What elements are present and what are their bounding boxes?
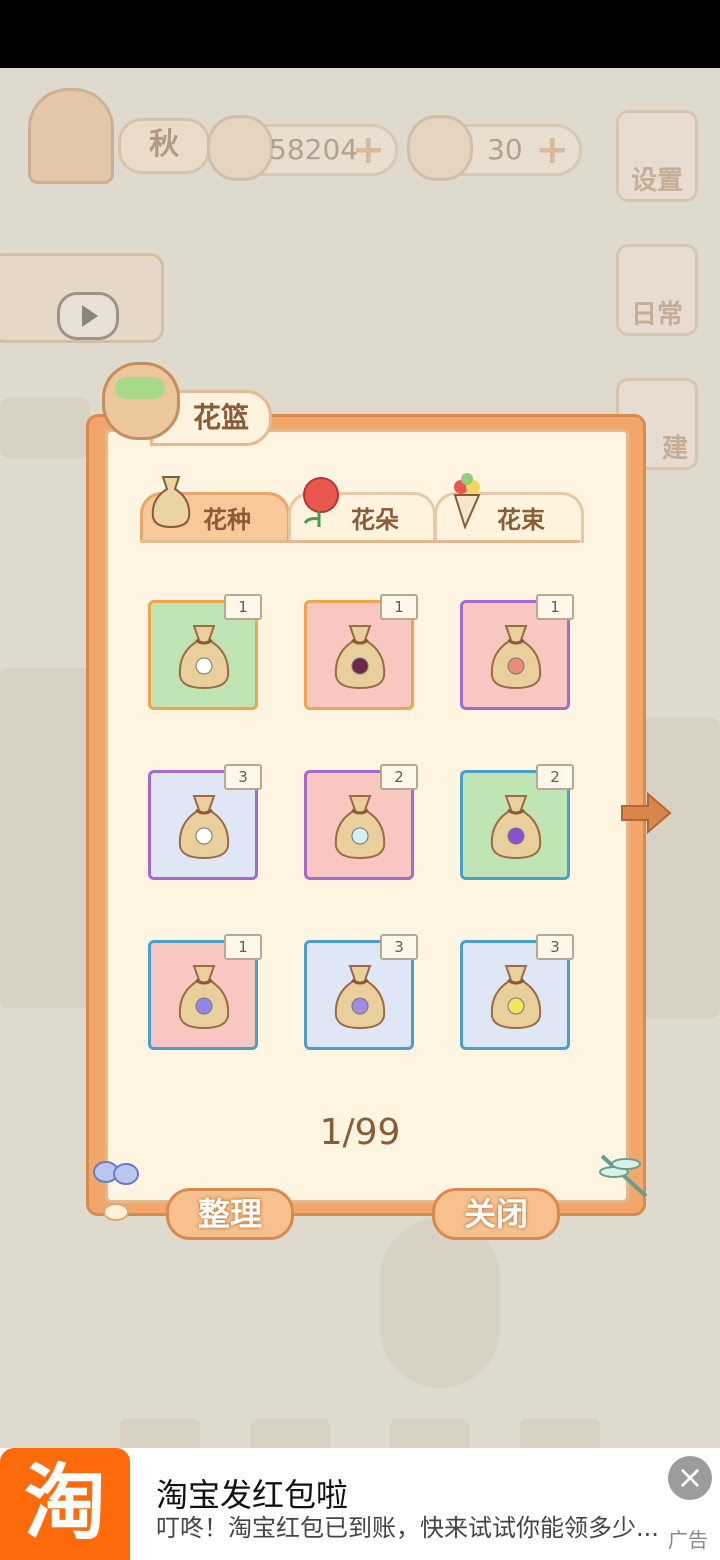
item-count: 3: [536, 934, 574, 960]
item-count: 3: [224, 764, 262, 790]
play-icon: [57, 292, 119, 340]
coin-counter: 58204 +: [207, 115, 398, 181]
tab-divider: [140, 540, 580, 543]
ad-subtitle: 叮咚！淘宝红包已到账，快来试试你能领多少...: [156, 1514, 659, 1542]
basket-icon: [102, 362, 180, 440]
tab-flowers[interactable]: 花朵: [288, 477, 436, 543]
page-indicator: 1/99: [319, 1112, 401, 1153]
seed-slot[interactable]: 1: [148, 594, 262, 710]
flower-icon: [351, 657, 369, 675]
taobao-logo: 淘: [0, 1448, 130, 1560]
fishbone-icon: [207, 115, 273, 181]
flower-icon: [195, 827, 213, 845]
daily-button[interactable]: 日常: [616, 244, 698, 336]
item-count: 1: [380, 594, 418, 620]
item-count: 1: [536, 594, 574, 620]
add-cheese-button[interactable]: +: [535, 127, 569, 173]
settings-label: 设置: [630, 166, 683, 196]
sort-button[interactable]: 整理: [166, 1188, 294, 1240]
tab-seeds-label: 花种: [203, 506, 251, 534]
item-count: 2: [536, 764, 574, 790]
seed-slot[interactable]: 3: [460, 934, 574, 1050]
seed-slot[interactable]: 3: [148, 764, 262, 880]
seed-bag-icon: [490, 795, 542, 860]
seed-bag-icon: [178, 965, 230, 1030]
tree-icon: [28, 88, 114, 184]
tab-flowers-label: 花朵: [351, 506, 399, 534]
season-indicator[interactable]: 秋: [28, 88, 210, 188]
status-bar: [0, 0, 720, 68]
flower-icon: [195, 997, 213, 1015]
bouquet-icon: [453, 473, 481, 529]
ad-tag: 广告: [668, 1528, 708, 1552]
item-count: 3: [380, 934, 418, 960]
flower-icon: [351, 827, 369, 845]
seed-bag-icon: [334, 965, 386, 1030]
seed-slot[interactable]: 1: [304, 594, 418, 710]
item-count: 1: [224, 594, 262, 620]
tab-bouquets-label: 花束: [497, 506, 545, 534]
close-button[interactable]: 关闭: [432, 1188, 560, 1240]
settings-button[interactable]: 设置: [616, 110, 698, 202]
rose-icon: [303, 477, 339, 527]
seed-bag-icon: [490, 965, 542, 1030]
cheese-icon: [407, 115, 473, 181]
cheese-value: 30: [487, 133, 523, 166]
coin-value: 58204: [269, 133, 359, 166]
seed-bag-icon: [151, 476, 191, 529]
cheese-counter: 30 +: [407, 115, 582, 181]
seed-bag-icon: [178, 625, 230, 690]
dragonfly-icon: [599, 1154, 648, 1198]
seed-slot[interactable]: 2: [304, 764, 418, 880]
item-count: 2: [380, 764, 418, 790]
seed-slot[interactable]: 2: [460, 764, 574, 880]
seed-bag-icon: [334, 795, 386, 860]
ad-close-icon[interactable]: ×: [668, 1456, 712, 1500]
flower-icon: [507, 997, 525, 1015]
add-coins-button[interactable]: +: [351, 127, 385, 173]
build-label: 建: [661, 434, 688, 464]
item-count: 1: [224, 934, 262, 960]
seed-slot[interactable]: 3: [304, 934, 418, 1050]
seed-slot[interactable]: 1: [460, 594, 574, 710]
flower-icon: [507, 657, 525, 675]
seed-bag-icon: [334, 625, 386, 690]
seed-bag-icon: [178, 795, 230, 860]
flower-icon: [195, 657, 213, 675]
season-label: 秋: [118, 118, 210, 174]
ad-banner[interactable]: 淘 淘宝发红包啦 叮咚！淘宝红包已到账，快来试试你能领多少...: [0, 1448, 720, 1560]
butterfly-icon: [93, 1161, 139, 1221]
panel-title-text: 花篮: [192, 401, 249, 434]
seed-slot[interactable]: 1: [148, 934, 262, 1050]
tab-bouquets[interactable]: 花束: [434, 473, 584, 543]
video-reward-button[interactable]: [0, 253, 164, 343]
next-page-arrow-icon[interactable]: [618, 790, 674, 836]
tab-seeds[interactable]: 花种: [140, 476, 290, 543]
daily-label: 日常: [630, 300, 683, 330]
flower-icon: [507, 827, 525, 845]
seed-bag-icon: [490, 625, 542, 690]
flower-icon: [351, 997, 369, 1015]
